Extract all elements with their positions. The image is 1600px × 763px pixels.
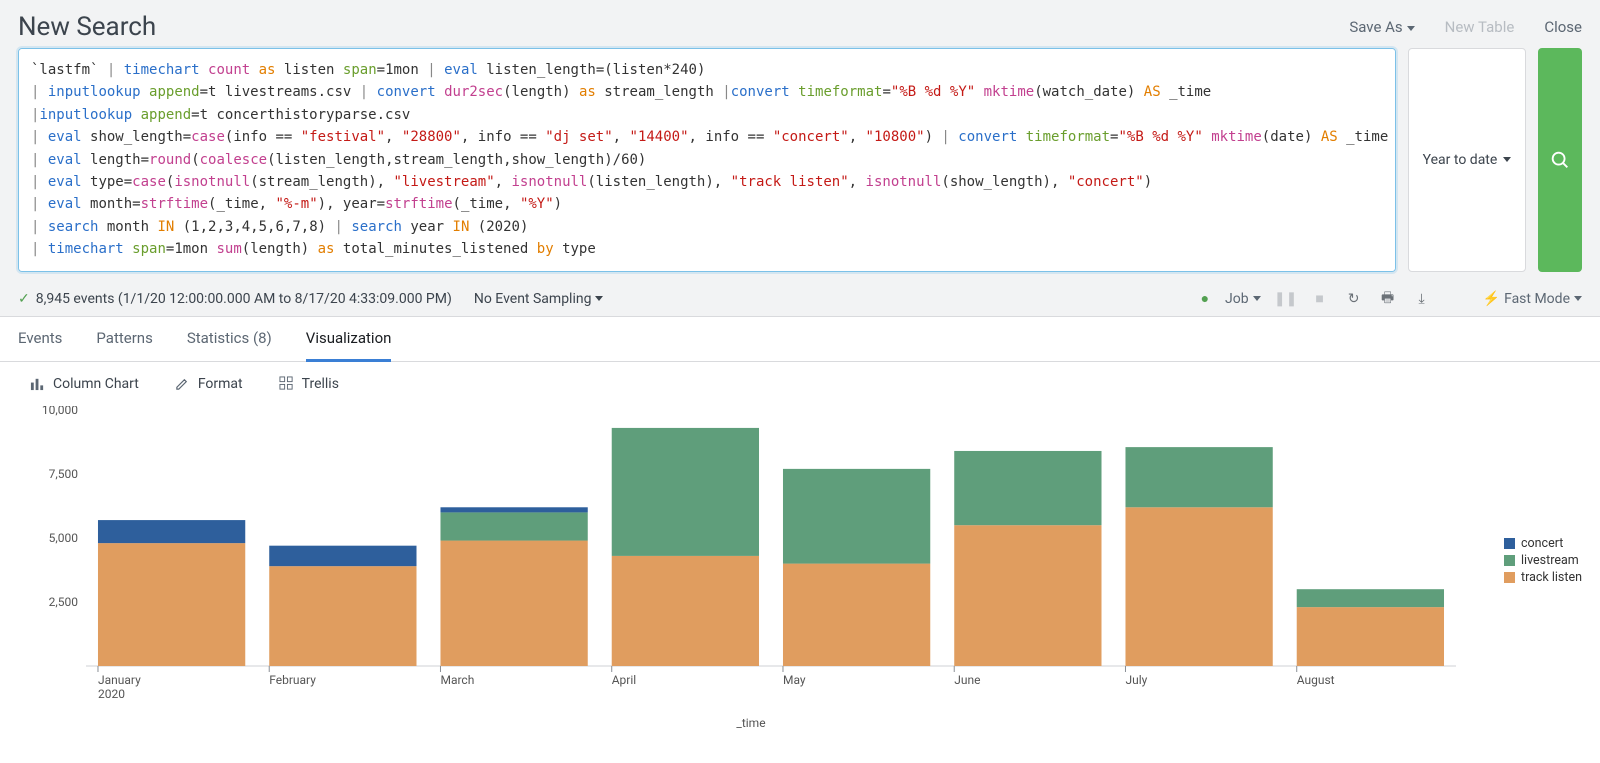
job-menu[interactable]: Job xyxy=(1225,291,1261,307)
print-button[interactable]: 🖶 xyxy=(1379,290,1397,308)
stop-button[interactable]: ■ xyxy=(1311,290,1329,308)
save-as-menu[interactable]: Save As xyxy=(1349,18,1414,36)
reload-button[interactable]: ↻ xyxy=(1345,290,1363,308)
chevron-down-icon xyxy=(595,296,603,301)
run-search-button[interactable] xyxy=(1538,48,1582,272)
chart-type-picker[interactable]: Column Chart xyxy=(30,376,139,392)
x-axis-title: _time xyxy=(8,716,1494,730)
svg-text:January: January xyxy=(98,673,141,687)
search-input[interactable]: `lastfm` | timechart count as listen spa… xyxy=(18,48,1396,272)
svg-text:5,000: 5,000 xyxy=(49,531,79,545)
legend-item-livestream[interactable]: livestream xyxy=(1504,553,1582,568)
status-left: ✓8,945 events (1/1/20 12:00:00.000 AM to… xyxy=(18,291,603,307)
search-mode-menu[interactable]: ⚡Fast Mode xyxy=(1483,291,1582,307)
export-button[interactable]: ⤓ xyxy=(1413,290,1431,308)
status-right: ● Job ❚❚ ■ ↻ 🖶 ⤓ ⚡Fast Mode xyxy=(1201,290,1582,308)
trellis-icon xyxy=(279,376,294,391)
result-summary: ✓8,945 events (1/1/20 12:00:00.000 AM to… xyxy=(18,291,452,307)
status-bar: ✓8,945 events (1/1/20 12:00:00.000 AM to… xyxy=(0,282,1600,317)
chevron-down-icon xyxy=(1574,296,1582,301)
legend-item-track-listen[interactable]: track listen xyxy=(1504,570,1582,585)
header-actions: Save As New Table Close xyxy=(1349,18,1582,36)
column-chart-icon xyxy=(30,376,45,391)
column-chart[interactable]: 2,500 5,000 7,500 10,000 January2020 February… xyxy=(8,406,1494,730)
trellis-label: Trellis xyxy=(302,376,339,392)
swatch-track-listen xyxy=(1504,572,1515,583)
swatch-livestream xyxy=(1504,555,1515,566)
time-range-label: Year to date xyxy=(1423,152,1498,168)
lightning-icon: ⚡ xyxy=(1483,291,1500,307)
close-button[interactable]: Close xyxy=(1544,18,1582,36)
svg-text:2020: 2020 xyxy=(98,687,125,701)
new-table-button[interactable]: New Table xyxy=(1445,18,1515,36)
chevron-down-icon xyxy=(1407,26,1415,31)
svg-text:2,500: 2,500 xyxy=(49,595,79,609)
svg-text:10,000: 10,000 xyxy=(42,406,78,417)
format-icon xyxy=(175,376,190,391)
job-status-icon: ● xyxy=(1201,290,1209,307)
results-tabs: Events Patterns Statistics (8) Visualiza… xyxy=(0,317,1600,362)
svg-text:August: August xyxy=(1297,673,1335,687)
svg-text:7,500: 7,500 xyxy=(49,467,79,481)
format-label: Format xyxy=(198,376,243,392)
pause-button[interactable]: ❚❚ xyxy=(1277,290,1295,308)
legend-item-concert[interactable]: concert xyxy=(1504,536,1582,551)
svg-text:May: May xyxy=(783,673,806,687)
svg-text:February: February xyxy=(269,673,316,687)
chevron-down-icon xyxy=(1503,157,1511,162)
format-button[interactable]: Format xyxy=(175,376,243,392)
svg-text:March: March xyxy=(440,673,474,687)
viz-toolbar: Column Chart Format Trellis xyxy=(0,362,1600,406)
svg-text:June: June xyxy=(954,673,980,687)
check-icon: ✓ xyxy=(18,291,30,307)
chart-svg: 2,500 5,000 7,500 10,000 January2020 February… xyxy=(8,406,1494,706)
search-icon xyxy=(1549,149,1571,171)
page-title: New Search xyxy=(18,12,156,42)
time-range-picker[interactable]: Year to date xyxy=(1408,48,1526,272)
chart-area: 2,500 5,000 7,500 10,000 January2020 February… xyxy=(0,406,1600,740)
tab-events[interactable]: Events xyxy=(18,317,62,361)
chart-type-label: Column Chart xyxy=(53,376,139,392)
tab-patterns[interactable]: Patterns xyxy=(96,317,152,361)
svg-text:July: July xyxy=(1125,673,1147,687)
event-sampling-menu[interactable]: No Event Sampling xyxy=(474,291,604,307)
tab-visualization[interactable]: Visualization xyxy=(306,317,392,362)
chevron-down-icon xyxy=(1253,296,1261,301)
tab-statistics[interactable]: Statistics (8) xyxy=(187,317,272,361)
chart-legend: concert livestream track listen xyxy=(1504,536,1582,587)
search-row: `lastfm` | timechart count as listen spa… xyxy=(0,48,1600,282)
trellis-button[interactable]: Trellis xyxy=(279,376,339,392)
swatch-concert xyxy=(1504,538,1515,549)
svg-text:April: April xyxy=(612,673,636,687)
header: New Search Save As New Table Close xyxy=(0,0,1600,48)
